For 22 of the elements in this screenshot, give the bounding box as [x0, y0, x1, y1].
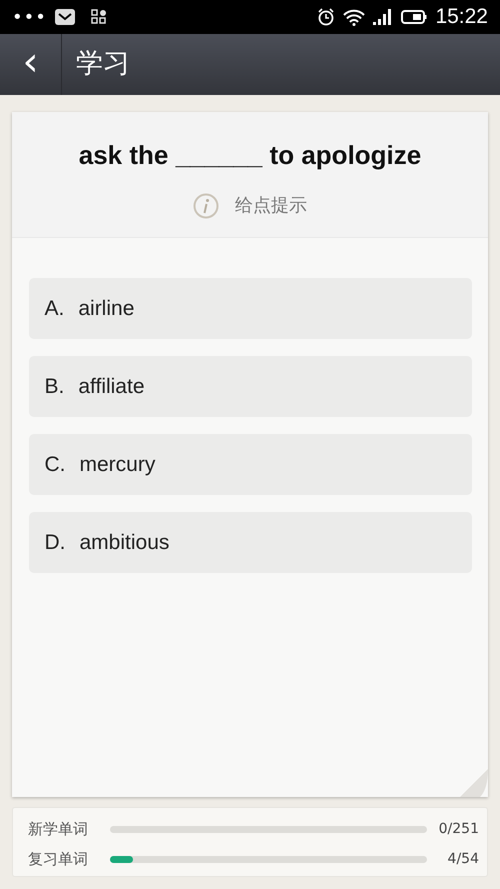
back-button[interactable]: ‹ — [0, 34, 62, 95]
page-curl-icon — [460, 769, 488, 797]
question-text: ask the ______ to apologize — [78, 139, 422, 172]
more-icon: ••• — [12, 4, 47, 30]
grid-icon — [90, 9, 107, 25]
mail-icon — [54, 9, 75, 25]
progress-count: 0/251 — [438, 820, 479, 838]
alarm-icon — [317, 8, 336, 26]
answer-option[interactable]: A. airline — [28, 278, 472, 339]
answer-option[interactable]: C. mercury — [28, 434, 472, 495]
answer-option[interactable]: D. ambitious — [28, 512, 472, 573]
info-icon — [193, 192, 219, 218]
clock-time: 15:22 — [435, 4, 488, 30]
progress-label: 新学单词 — [28, 818, 89, 840]
hint-button[interactable]: 给点提示 — [187, 191, 313, 220]
page-title: 学习 — [76, 47, 130, 82]
wifi-icon — [343, 8, 366, 26]
progress-count: 4/54 — [446, 850, 479, 868]
progress-label: 复习单词 — [28, 848, 89, 870]
signal-icon — [373, 9, 394, 25]
answer-option[interactable]: B. affiliate — [28, 356, 472, 417]
battery-icon — [401, 9, 428, 25]
